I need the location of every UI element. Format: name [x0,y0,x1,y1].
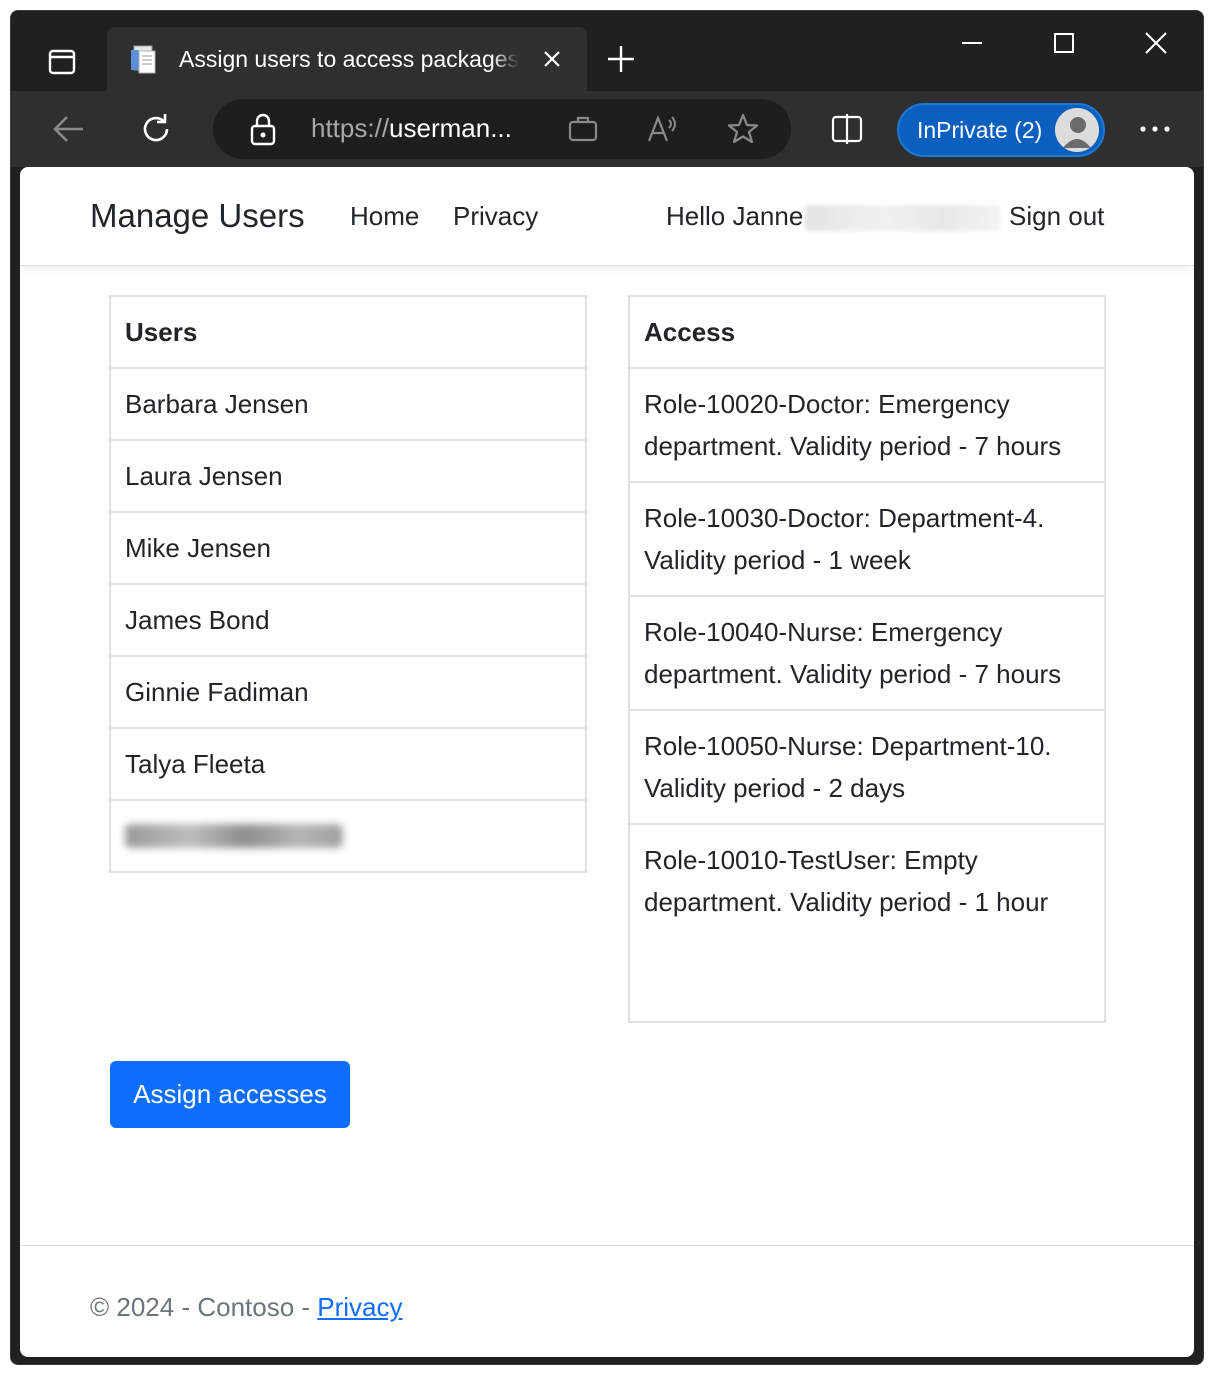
site-brand[interactable]: Manage Users [90,197,305,235]
list-item[interactable]: James Bond [111,583,585,655]
list-item[interactable]: Mike Jensen [111,511,585,583]
profile-avatar-icon [1055,108,1099,152]
list-item[interactable]: Role-10050-Nurse: Department-10. Validit… [630,709,1104,823]
users-header: Users [125,317,198,347]
nav-link-privacy[interactable]: Privacy [453,201,538,232]
access-header: Access [644,317,736,347]
assign-accesses-button[interactable]: Assign accesses [110,1061,350,1128]
maximize-icon[interactable] [1034,23,1094,63]
back-icon[interactable] [49,109,89,149]
browser-toolbar: https://userman... InPrivate (2) [11,91,1203,167]
inprivate-label: InPrivate (2) [917,116,1043,143]
list-item[interactable]: Role-10030-Doctor: Department-4. Validit… [630,481,1104,595]
list-item[interactable]: Barbara Jensen [111,367,585,439]
tab-strip: Assign users to access packages - UserMa… [11,11,1203,91]
page-viewport: Manage Users Home Privacy Hello Janne Si… [20,167,1194,1357]
inprivate-button[interactable]: InPrivate (2) [897,103,1105,157]
list-item[interactable]: Role-10040-Nurse: Emergency department. … [630,595,1104,709]
nav-link-home[interactable]: Home [350,201,419,232]
url-text[interactable]: https://userman... [311,113,512,144]
list-item[interactable]: Ginnie Fadiman [111,655,585,727]
browser-window: Assign users to access packages - UserMa… [10,10,1204,1365]
footer-text: © 2024 - Contoso - Privacy [90,1292,403,1322]
list-item-redacted[interactable] [111,799,585,871]
footer-privacy-link[interactable]: Privacy [317,1292,402,1322]
tab-title: Assign users to access packages - UserMa… [179,45,519,72]
more-options-icon[interactable] [1135,109,1175,149]
site-navbar: Manage Users Home Privacy Hello Janne Si… [20,167,1194,266]
close-window-icon[interactable] [1126,23,1186,63]
list-item[interactable]: Role-10020-Doctor: Emergency department.… [630,367,1104,481]
access-list: Access Role-10020-Doctor: Emergency depa… [628,295,1106,1023]
address-bar[interactable]: https://userman... [213,99,791,159]
sign-out-link[interactable]: Sign out [1009,201,1104,232]
new-tab-icon[interactable] [601,39,641,79]
active-tab[interactable]: Assign users to access packages - UserMa… [107,27,587,91]
site-footer: © 2024 - Contoso - Privacy [20,1245,1194,1357]
minimize-icon[interactable] [942,23,1002,63]
list-item[interactable]: Role-10010-TestUser: Empty department. V… [630,823,1104,937]
redacted-username [805,205,1002,232]
tab-actions-icon[interactable] [37,37,87,87]
split-screen-icon[interactable] [827,109,867,149]
list-item[interactable]: Laura Jensen [111,439,585,511]
favorite-star-icon[interactable] [723,109,763,149]
user-greeting: Hello Janne [666,201,1002,232]
lock-icon[interactable] [243,109,283,149]
briefcase-icon[interactable] [563,109,603,149]
users-list: Users Barbara Jensen Laura Jensen Mike J… [109,295,587,873]
page-favicon-icon [127,42,161,76]
redacted-user-name [125,824,343,848]
list-item[interactable]: Talya Fleeta [111,727,585,799]
refresh-icon[interactable] [136,109,176,149]
close-tab-icon[interactable] [535,42,569,76]
read-aloud-icon[interactable] [643,109,683,149]
